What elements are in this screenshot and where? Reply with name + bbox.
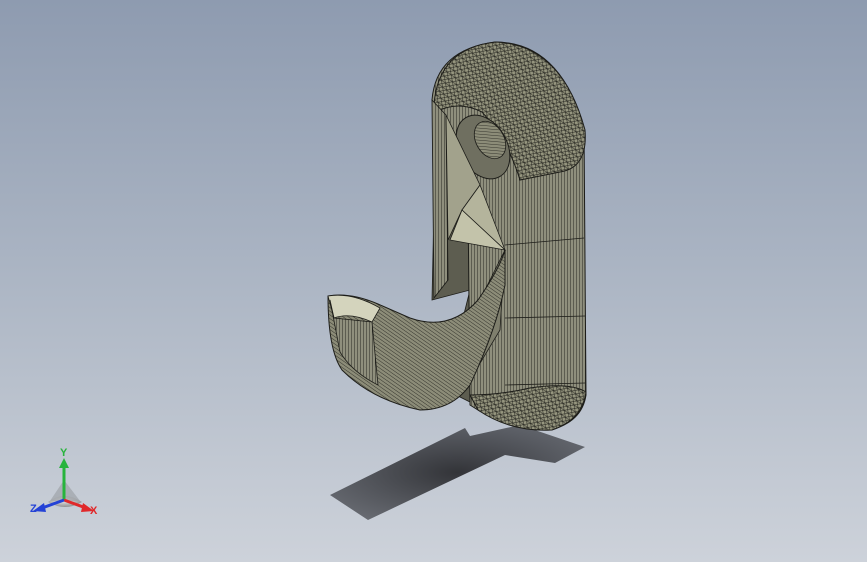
- triad-z-label: Z: [30, 503, 37, 515]
- hook-model-view[interactable]: [0, 0, 867, 562]
- graphics-viewport[interactable]: Y X Z: [0, 0, 867, 562]
- triad-y-label: Y: [60, 447, 68, 459]
- orientation-triad[interactable]: Y X Z: [24, 446, 108, 526]
- triad-x-label: X: [90, 505, 98, 517]
- model-shadow: [330, 425, 585, 520]
- hook-left-face: [431, 98, 449, 300]
